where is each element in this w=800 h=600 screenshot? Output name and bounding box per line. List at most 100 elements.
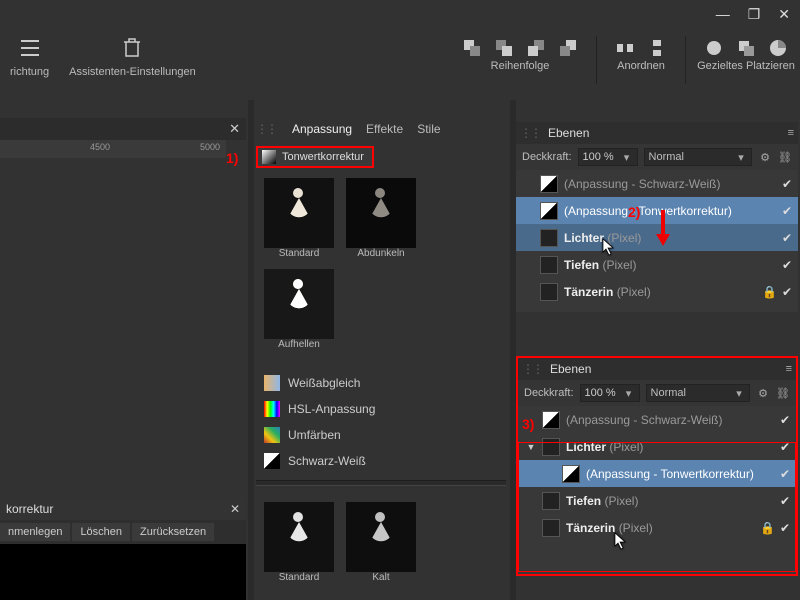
layer-row[interactable]: Tänzerin (Pixel)🔒✔ bbox=[518, 514, 796, 541]
arrange-v-icon[interactable] bbox=[645, 36, 669, 60]
visibility-check-icon[interactable]: ✔ bbox=[780, 258, 794, 272]
place-circle-icon[interactable] bbox=[702, 36, 726, 60]
layer-thumb-icon bbox=[540, 283, 558, 301]
gear-icon[interactable]: ⚙ bbox=[756, 386, 770, 400]
levels-adjust-panel: korrektur ✕ nmenlegen Löschen Zurücksetze… bbox=[0, 498, 246, 600]
visibility-check-icon[interactable]: ✔ bbox=[778, 521, 792, 535]
panel-grip-icon[interactable]: ⋮⋮ bbox=[520, 126, 540, 140]
layer-row[interactable]: Tänzerin (Pixel)🔒✔ bbox=[516, 278, 798, 305]
horizontal-ruler: 4500 5000 bbox=[0, 140, 226, 158]
reset-button[interactable]: Zurücksetzen bbox=[132, 523, 214, 541]
opacity-field[interactable]: 100 %▾ bbox=[580, 384, 640, 402]
arrange-group[interactable]: Anordnen bbox=[603, 36, 679, 72]
adjust-blackwhite[interactable]: Schwarz-Weiß bbox=[264, 448, 504, 474]
panel-divider[interactable] bbox=[248, 100, 254, 600]
layer-row[interactable]: (Anpassung - Tonwertkorrektur)✔ bbox=[518, 460, 796, 487]
adjust-section-divider bbox=[256, 480, 506, 486]
link-icon[interactable]: ⛓ bbox=[778, 150, 792, 164]
layer-row[interactable]: Tiefen (Pixel)✔ bbox=[518, 487, 796, 514]
window-close[interactable]: ✕ bbox=[778, 6, 790, 23]
adjust-whitebalance[interactable]: Weißabgleich bbox=[264, 370, 504, 396]
preset-darken[interactable]: Abdunkeln bbox=[346, 178, 416, 259]
gear-icon[interactable]: ⚙ bbox=[758, 150, 772, 164]
ruler-tick: 5000 bbox=[200, 142, 220, 152]
align-tool[interactable]: richtung bbox=[10, 36, 49, 78]
arrange-h-icon[interactable] bbox=[613, 36, 637, 60]
levels-icon bbox=[262, 150, 276, 164]
visibility-check-icon[interactable]: ✔ bbox=[778, 467, 792, 481]
layer-thumb-icon bbox=[542, 438, 560, 456]
bring-forward-icon[interactable] bbox=[492, 36, 516, 60]
preset-header-label: Tonwertkorrektur bbox=[282, 151, 364, 163]
layer-thumb-icon bbox=[542, 519, 560, 537]
layers-title: Ebenen bbox=[548, 126, 589, 140]
preset-bw-standard[interactable]: Standard bbox=[264, 502, 334, 583]
preset-standard[interactable]: Standard bbox=[264, 178, 334, 259]
visibility-check-icon[interactable]: ✔ bbox=[780, 231, 794, 245]
close-tab-icon[interactable]: ✕ bbox=[229, 121, 240, 137]
layer-row[interactable]: Tiefen (Pixel)✔ bbox=[516, 251, 798, 278]
lock-icon[interactable]: 🔒 bbox=[762, 285, 774, 299]
levels-panel-title: korrektur bbox=[6, 502, 53, 516]
preset-header-levels[interactable]: Tonwertkorrektur bbox=[256, 146, 374, 168]
layers-panel-after: ⋮⋮Ebenen ≡ Deckkraft: 100 %▾ Normal▾ ⚙ ⛓… bbox=[516, 356, 798, 576]
layer-thumb-icon bbox=[562, 465, 580, 483]
assistant-label: Assistenten-Einstellungen bbox=[69, 66, 196, 78]
window-minimize[interactable]: — bbox=[716, 6, 730, 23]
place-pie-icon[interactable] bbox=[766, 36, 790, 60]
callout-3: 3) bbox=[522, 416, 534, 432]
opacity-field[interactable]: 100 %▾ bbox=[578, 148, 638, 166]
send-backward-icon[interactable] bbox=[524, 36, 548, 60]
bring-front-icon[interactable] bbox=[460, 36, 484, 60]
visibility-check-icon[interactable]: ✔ bbox=[778, 440, 792, 454]
lock-icon[interactable]: 🔒 bbox=[760, 521, 772, 535]
panel-menu-icon[interactable]: ≡ bbox=[788, 127, 794, 139]
adjust-hsl[interactable]: HSL-Anpassung bbox=[264, 396, 504, 422]
visibility-check-icon[interactable]: ✔ bbox=[780, 285, 794, 299]
layer-row[interactable]: (Anpassung - Schwarz-Weiß)✔ bbox=[518, 406, 796, 433]
visibility-check-icon[interactable]: ✔ bbox=[778, 494, 792, 508]
blackwhite-icon bbox=[264, 453, 280, 469]
panel-menu-icon[interactable]: ≡ bbox=[786, 363, 792, 375]
close-icon[interactable]: ✕ bbox=[230, 502, 240, 516]
hsl-icon bbox=[264, 401, 280, 417]
layers-title: Ebenen bbox=[550, 362, 591, 376]
delete-button[interactable]: Löschen bbox=[72, 523, 130, 541]
tab-effekte[interactable]: Effekte bbox=[366, 122, 403, 136]
place-stack-icon[interactable] bbox=[734, 36, 758, 60]
toolbar-separator bbox=[596, 36, 597, 84]
window-maximize[interactable]: ❐ bbox=[748, 6, 761, 23]
layer-thumb-icon bbox=[540, 202, 558, 220]
tab-anpassung[interactable]: Anpassung bbox=[292, 122, 352, 136]
trash-icon bbox=[120, 36, 144, 60]
layer-row[interactable]: ▼Lichter (Pixel)✔ bbox=[518, 433, 796, 460]
callout-1: 1) bbox=[226, 150, 238, 166]
histogram-area[interactable] bbox=[0, 544, 246, 600]
send-back-icon[interactable] bbox=[556, 36, 580, 60]
link-icon[interactable]: ⛓ bbox=[776, 386, 790, 400]
place-group[interactable]: Gezieltes Platzieren bbox=[692, 36, 800, 72]
whitebalance-icon bbox=[264, 375, 280, 391]
disclosure-icon[interactable]: ▼ bbox=[526, 442, 536, 452]
panel-grip-icon[interactable]: ⋮⋮ bbox=[522, 362, 542, 376]
levels-presets: Standard Abdunkeln Aufhellen bbox=[264, 178, 514, 360]
layer-thumb-icon bbox=[540, 229, 558, 247]
visibility-check-icon[interactable]: ✔ bbox=[780, 177, 794, 191]
layer-thumb-icon bbox=[542, 492, 560, 510]
bw-presets: Standard Kalt bbox=[264, 502, 416, 583]
callout-2: 2) bbox=[628, 204, 640, 220]
panel-grip-icon[interactable]: ⋮⋮ bbox=[256, 122, 276, 136]
visibility-check-icon[interactable]: ✔ bbox=[780, 204, 794, 218]
preset-bw-cold[interactable]: Kalt bbox=[346, 502, 416, 583]
recolor-icon bbox=[264, 427, 280, 443]
blend-mode-select[interactable]: Normal▾ bbox=[646, 384, 750, 402]
tab-stile[interactable]: Stile bbox=[417, 122, 440, 136]
assistant-settings[interactable]: Assistenten-Einstellungen bbox=[69, 36, 196, 78]
blend-mode-select[interactable]: Normal▾ bbox=[644, 148, 752, 166]
order-group[interactable]: Reihenfolge bbox=[450, 36, 590, 72]
merge-button[interactable]: nmenlegen bbox=[0, 523, 70, 541]
visibility-check-icon[interactable]: ✔ bbox=[778, 413, 792, 427]
preset-lighten[interactable]: Aufhellen bbox=[264, 269, 334, 350]
layer-row[interactable]: (Anpassung - Schwarz-Weiß)✔ bbox=[516, 170, 798, 197]
adjust-recolor[interactable]: Umfärben bbox=[264, 422, 504, 448]
